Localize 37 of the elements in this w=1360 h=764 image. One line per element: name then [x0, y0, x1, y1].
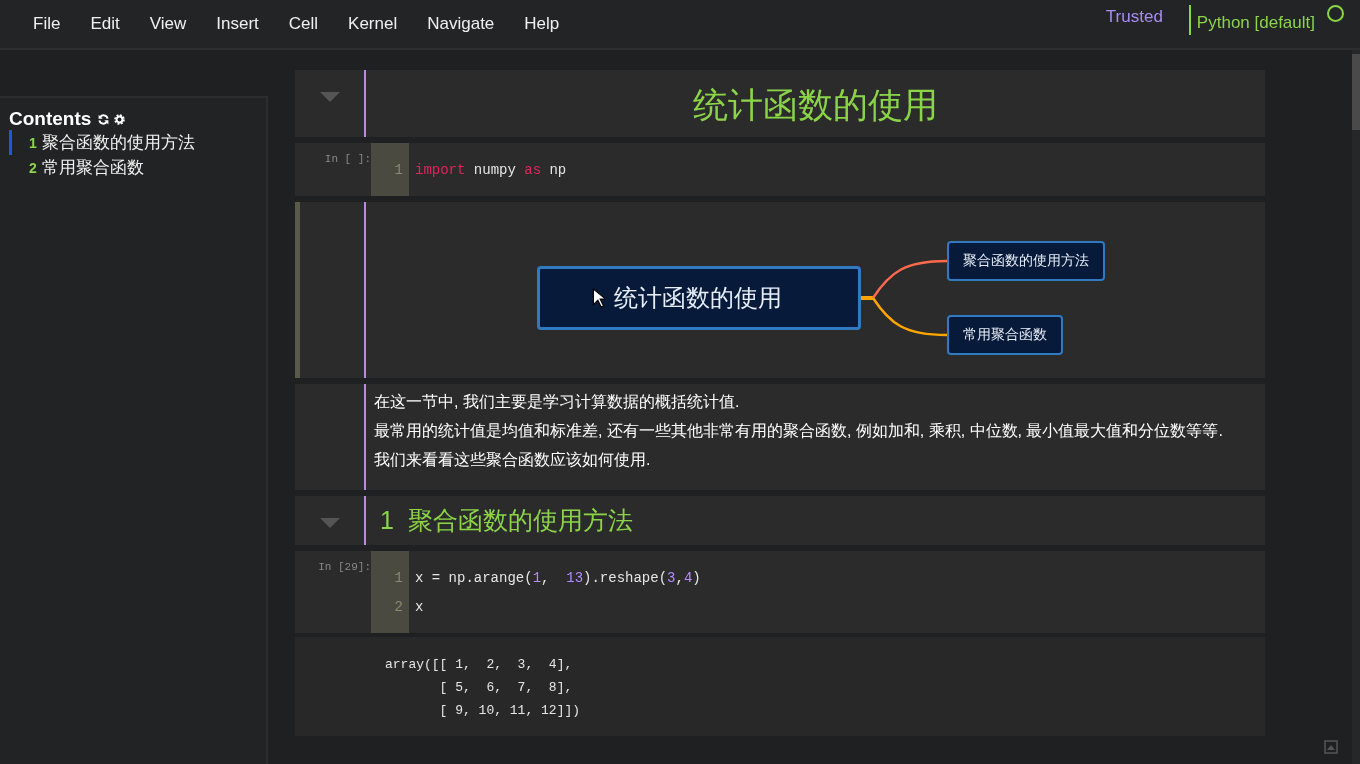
trusted-indicator[interactable]: Trusted: [1105, 7, 1163, 27]
line-number: 2: [393, 598, 404, 615]
collapse-caret-icon[interactable]: [319, 518, 340, 529]
toc-title: Contents: [9, 108, 92, 130]
input-prompt: In [ ]:: [323, 152, 371, 167]
toc-item[interactable]: 2 常用聚合函数: [9, 155, 266, 180]
line-number: 1: [393, 569, 404, 586]
scroll-to-top-button[interactable]: [1322, 738, 1340, 756]
kernel-name[interactable]: Python [default]: [1188, 5, 1321, 35]
section-heading: 1 聚合函数的使用方法: [380, 505, 634, 537]
mindmap-node: 聚合函数的使用方法: [947, 241, 1105, 281]
paragraph: 最常用的统计值是均值和标准差, 还有一些其他非常有用的聚合函数, 例如加和, 乘积, 中位数, 最小值最大值和分位数等等.: [374, 420, 1224, 441]
line-number: 1: [393, 161, 404, 178]
menu-item[interactable]: Edit: [75, 10, 135, 38]
input-prompt: In [29]:: [317, 560, 371, 576]
menu-item[interactable]: Navigate: [412, 10, 510, 38]
code-line: x: [414, 598, 424, 615]
toc-item[interactable]: 1 聚合函数的使用方法: [9, 130, 266, 155]
kernel-idle-icon: [1327, 4, 1344, 22]
notebook-title: 统计函数的使用: [692, 84, 939, 126]
mouse-pointer-icon: [592, 288, 606, 308]
menu-item[interactable]: Cell: [273, 10, 334, 38]
refresh-icon[interactable]: [97, 112, 111, 126]
menu-item[interactable]: Insert: [201, 10, 274, 38]
menu-item[interactable]: Kernel: [333, 10, 413, 38]
settings-icon[interactable]: [113, 112, 127, 126]
paragraph: 在这一节中, 我们主要是学习计算数据的概括统计值.: [374, 392, 741, 412]
menu-item[interactable]: Help: [509, 10, 575, 38]
mindmap-root-node: 统计函数的使用: [537, 266, 861, 330]
collapse-caret-icon[interactable]: [319, 92, 340, 102]
code-line: import numpy as np: [414, 161, 567, 178]
mindmap-node: 常用聚合函数: [947, 315, 1063, 355]
menu-item[interactable]: View: [134, 10, 202, 38]
code-line: x = np.arange(1, 13).reshape(3,4): [414, 569, 701, 586]
menu-item[interactable]: File: [18, 10, 76, 38]
paragraph: 我们来看看这些聚合函数应该如何使用.: [374, 449, 652, 470]
scrollbar-thumb[interactable]: [1352, 54, 1360, 130]
